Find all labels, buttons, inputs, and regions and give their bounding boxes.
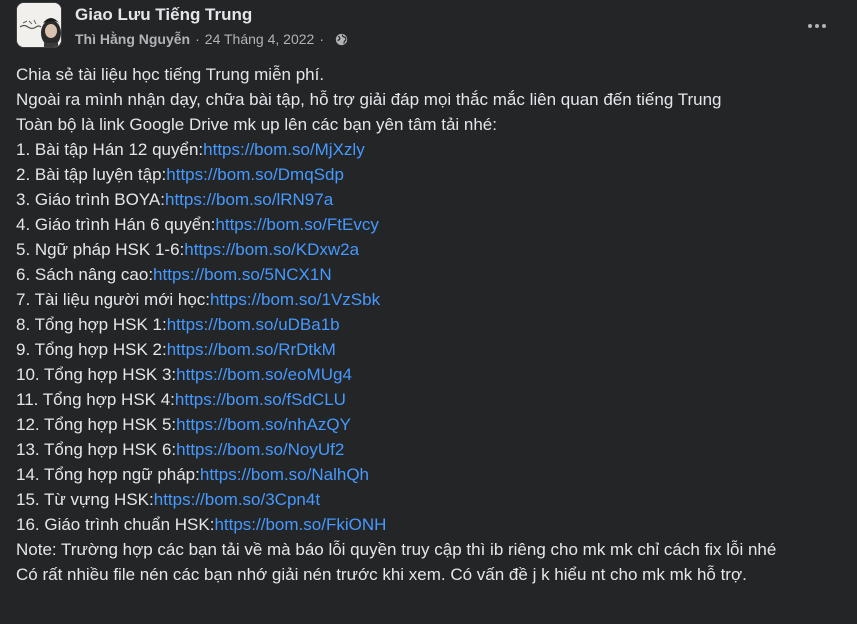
- note-text: Note: Trường hợp các bạn tải về mà báo l…: [16, 540, 777, 559]
- resource-label: 5. Ngữ pháp HSK 1-6:: [16, 240, 185, 259]
- resource-item: 12. Tổng hợp HSK 5:https://bom.so/nhAzQY: [16, 412, 836, 437]
- post-meta: Giao Lưu Tiếng Trung Thì Hằng Nguyễn · 2…: [75, 4, 348, 48]
- author-name-link[interactable]: Thì Hằng Nguyễn: [75, 30, 190, 48]
- resource-item: 16. Giáo trình chuẩn HSK:https://bom.so/…: [16, 512, 836, 537]
- resource-link[interactable]: https://bom.so/uDBa1b: [167, 315, 340, 334]
- resource-item: 10. Tổng hợp HSK 3:https://bom.so/eoMUg4: [16, 362, 836, 387]
- resource-label: 13. Tổng hợp HSK 6:: [16, 440, 177, 459]
- resource-item: 15. Từ vựng HSK:https://bom.so/3Cpn4t: [16, 487, 836, 512]
- resource-link[interactable]: https://bom.so/nhAzQY: [176, 415, 351, 434]
- post-header: Giao Lưu Tiếng Trung Thì Hằng Nguyễn · 2…: [16, 0, 841, 56]
- resource-item: 13. Tổng hợp HSK 6:https://bom.so/NoyUf2: [16, 437, 836, 462]
- resource-item: 4. Giáo trình Hán 6 quyển:https://bom.so…: [16, 212, 836, 237]
- avatar-image: [17, 3, 61, 47]
- resource-label: 12. Tổng hợp HSK 5:: [16, 415, 177, 434]
- resource-label: 14. Tổng hợp ngữ pháp:: [16, 465, 200, 484]
- resource-label: 7. Tài liệu người mới học:: [16, 290, 210, 309]
- resource-link[interactable]: https://bom.so/DmqSdp: [166, 165, 344, 184]
- ellipsis-icon: [815, 24, 819, 28]
- resource-item: 9. Tổng hợp HSK 2:https://bom.so/RrDtkM: [16, 337, 836, 362]
- resource-item: 11. Tổng hợp HSK 4:https://bom.so/fSdCLU: [16, 387, 836, 412]
- resource-item: 1. Bài tập Hán 12 quyển:https://bom.so/M…: [16, 137, 836, 162]
- footer-text: Có rất nhiều file nén các bạn nhớ giải n…: [16, 565, 747, 584]
- resource-label: 6. Sách nâng cao:: [16, 265, 154, 284]
- resource-item: 7. Tài liệu người mới học:https://bom.so…: [16, 287, 836, 312]
- resource-link[interactable]: https://bom.so/RrDtkM: [167, 340, 336, 359]
- post-date-link[interactable]: 24 Tháng 4, 2022: [205, 30, 315, 48]
- resource-link[interactable]: https://bom.so/NalhQh: [200, 465, 369, 484]
- resource-link[interactable]: https://bom.so/FkiONH: [214, 515, 386, 534]
- intro-line: Chia sẻ tài liệu học tiếng Trung miễn ph…: [16, 65, 325, 84]
- resource-label: 9. Tổng hợp HSK 2:: [16, 340, 167, 359]
- group-avatar[interactable]: [16, 2, 62, 48]
- resource-item: 8. Tổng hợp HSK 1:https://bom.so/uDBa1b: [16, 312, 836, 337]
- resource-link[interactable]: https://bom.so/5NCX1N: [153, 265, 332, 284]
- resource-label: 4. Giáo trình Hán 6 quyển:: [16, 215, 216, 234]
- resource-item: 2. Bài tập luyện tập:https://bom.so/DmqS…: [16, 162, 836, 187]
- resource-link[interactable]: https://bom.so/fSdCLU: [175, 390, 346, 409]
- resource-label: 1. Bài tập Hán 12 quyển:: [16, 140, 204, 159]
- intro-line: Toàn bộ là link Google Drive mk up lên c…: [16, 115, 497, 134]
- resource-link[interactable]: https://bom.so/lRN97a: [165, 190, 333, 209]
- resource-link[interactable]: https://bom.so/NoyUf2: [176, 440, 344, 459]
- group-name-link[interactable]: Giao Lưu Tiếng Trung: [75, 4, 348, 26]
- resource-label: 8. Tổng hợp HSK 1:: [16, 315, 167, 334]
- resource-item: 3. Giáo trình BOYA:https://bom.so/lRN97a: [16, 187, 836, 212]
- ellipsis-icon: [808, 24, 812, 28]
- ellipsis-icon: [822, 24, 826, 28]
- resource-item: 14. Tổng hợp ngữ pháp:https://bom.so/Nal…: [16, 462, 836, 487]
- post-body: Chia sẻ tài liệu học tiếng Trung miễn ph…: [16, 62, 836, 587]
- resource-label: 11. Tổng hợp HSK 4:: [16, 390, 175, 409]
- resource-label: 15. Từ vựng HSK:: [16, 490, 154, 509]
- resource-link[interactable]: https://bom.so/KDxw2a: [184, 240, 359, 259]
- resource-item: 6. Sách nâng cao:https://bom.so/5NCX1N: [16, 262, 836, 287]
- intro-line: Ngoài ra mình nhận dạy, chữa bài tập, hỗ…: [16, 90, 722, 109]
- resource-link[interactable]: https://bom.so/eoMUg4: [176, 365, 352, 384]
- separator-dot: ·: [195, 31, 200, 47]
- resource-label: 16. Giáo trình chuẩn HSK:: [16, 515, 215, 534]
- resource-label: 2. Bài tập luyện tập:: [16, 165, 167, 184]
- resource-label: 10. Tổng hợp HSK 3:: [16, 365, 177, 384]
- globe-icon: [335, 33, 348, 45]
- more-options-button[interactable]: [799, 8, 835, 44]
- resource-link[interactable]: https://bom.so/FtEvcy: [215, 215, 378, 234]
- resource-link[interactable]: https://bom.so/3Cpn4t: [154, 490, 320, 509]
- separator-dot: ·: [319, 31, 324, 47]
- resource-label: 3. Giáo trình BOYA:: [16, 190, 165, 209]
- facebook-post: Giao Lưu Tiếng Trung Thì Hằng Nguyễn · 2…: [0, 0, 857, 624]
- resource-item: 5. Ngữ pháp HSK 1-6:https://bom.so/KDxw2…: [16, 237, 836, 262]
- post-subline: Thì Hằng Nguyễn · 24 Tháng 4, 2022 ·: [75, 30, 348, 48]
- resource-link[interactable]: https://bom.so/1VzSbk: [210, 290, 380, 309]
- resource-link[interactable]: https://bom.so/MjXzly: [203, 140, 365, 159]
